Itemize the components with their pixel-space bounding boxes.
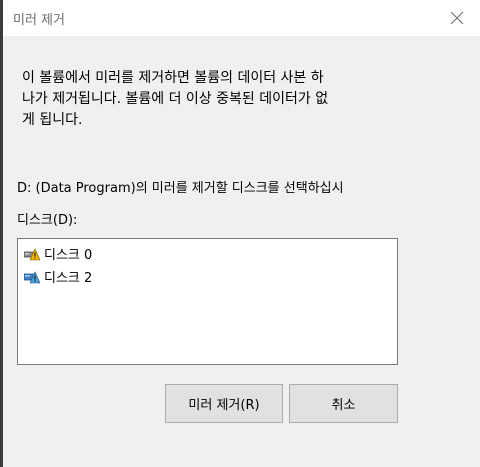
instruction-text: D: (Data Program)의 미러를 제거할 디스크를 선택하십시 (17, 181, 344, 196)
window-left-edge (0, 0, 3, 467)
disk-list-item-0[interactable]: 디스크 0 (24, 245, 93, 263)
window-title: 미러 제거 (13, 13, 65, 28)
disk-list-item-2[interactable]: 디스크 2 (24, 268, 93, 286)
disk-warning-icon (24, 247, 40, 260)
disk-list-item-label: 디스크 2 (44, 271, 93, 286)
description-line-1: 이 볼륨에서 미러를 제거하면 볼륨의 데이터 사본 하 (22, 70, 324, 86)
close-button[interactable] (434, 0, 480, 36)
disk-list-label: 디스크(D): (17, 213, 78, 228)
disk-list-item-label: 디스크 0 (44, 248, 93, 263)
description-line-2: 나가 제거됩니다. 볼륨에 더 이상 중복된 데이터가 없 (22, 91, 329, 107)
description-text: 이 볼륨에서 미러를 제거하면 볼륨의 데이터 사본 하 나가 제거됩니다. 볼… (22, 68, 392, 131)
remove-mirror-button[interactable]: 미러 제거(R) (165, 384, 283, 423)
disk-listbox[interactable]: 디스크 0 디스크 2 (17, 238, 398, 365)
close-icon (450, 11, 464, 25)
cancel-button[interactable]: 취소 (289, 384, 398, 423)
disk-error-icon (24, 270, 40, 283)
title-bar: 미러 제거 (3, 0, 480, 36)
description-line-3: 게 됩니다. (22, 112, 83, 128)
